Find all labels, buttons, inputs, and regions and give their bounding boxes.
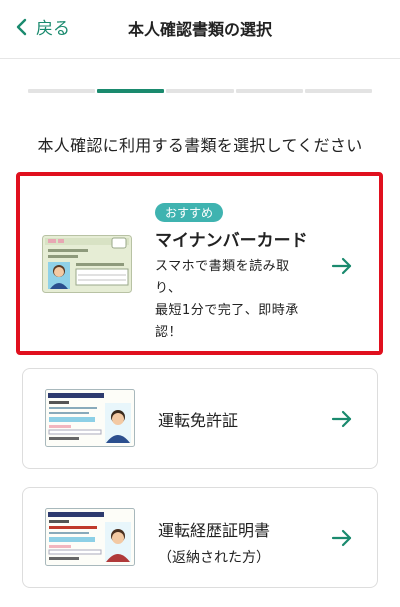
back-button[interactable]: 戻る (14, 14, 70, 39)
header-divider (0, 58, 400, 59)
arrow-right-icon (331, 529, 352, 547)
description-line: スマホで書類を読み取 (155, 259, 290, 274)
drivers-license-icon (45, 389, 135, 447)
back-label: 戻る (36, 19, 70, 39)
app-header: 戻る 本人確認書類の選択 (0, 0, 400, 56)
option-subtitle: （返納された方） (158, 550, 270, 566)
arrow-right-icon (331, 410, 352, 428)
description-line: り、 (155, 281, 182, 296)
progress-step-3 (166, 89, 234, 93)
progress-step-1 (28, 89, 96, 93)
option-title: マイナンバーカード (155, 231, 308, 251)
arrow-right-icon (331, 257, 352, 275)
option-drivers-license[interactable]: 運転免許証 (22, 368, 378, 469)
recommended-badge: おすすめ (155, 203, 224, 222)
option-driving-history-certificate[interactable]: 運転経歴証明書 （返納された方） (22, 487, 378, 588)
my-number-card-icon (42, 235, 132, 293)
page-title: 本人確認書類の選択 (127, 20, 272, 39)
option-my-number-content: おすすめ マイナンバーカード スマホで書類を読み取 り、 最短1分で完了、即時承… (155, 202, 325, 344)
step-progress-bar (28, 89, 373, 93)
option-drivers-license-content: 運転免許証 (158, 407, 238, 431)
description-line: 最短1分で完了、即時承 (155, 303, 299, 318)
progress-step-4 (235, 89, 303, 93)
chevron-left-icon (16, 18, 27, 35)
progress-step-5 (304, 89, 373, 93)
instruction-text: 本人確認に利用する書類を選択してください (37, 136, 363, 155)
option-description: スマホで書類を読み取 り、 最短1分で完了、即時承 認！ (155, 256, 325, 344)
driving-history-certificate-icon (45, 508, 135, 566)
option-driving-history-content: 運転経歴証明書 （返納された方） (158, 517, 270, 567)
option-my-number-card[interactable]: おすすめ マイナンバーカード スマホで書類を読み取 り、 最短1分で完了、即時承… (16, 172, 383, 355)
description-line: 認！ (155, 325, 183, 340)
option-title: 運転免許証 (158, 411, 239, 430)
progress-step-2 (97, 89, 165, 93)
option-title: 運転経歴証明書 (158, 521, 271, 540)
